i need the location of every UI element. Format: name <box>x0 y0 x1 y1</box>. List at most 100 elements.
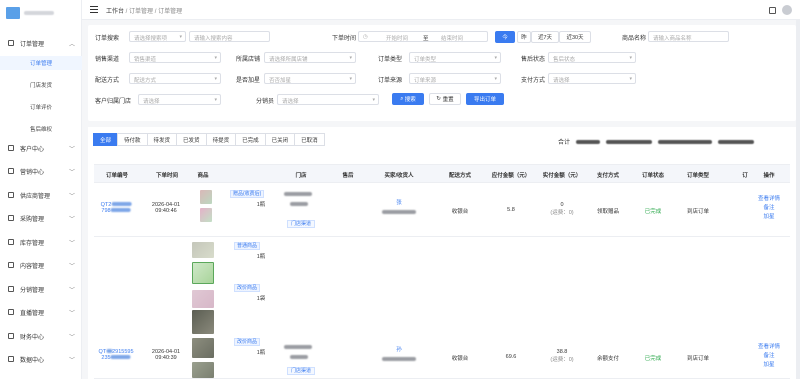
tab-closed[interactable]: 已关闭 <box>264 133 296 146</box>
submenu-order-manage[interactable]: 订单管理 <box>0 56 82 70</box>
product-image[interactable] <box>192 338 214 358</box>
after-sale-select[interactable]: 售后状态 ▾ <box>548 52 636 63</box>
product-name-input[interactable]: 请输入商品名称 <box>648 31 729 42</box>
product-qty: 1瓶 <box>256 350 266 356</box>
product-image[interactable] <box>192 310 214 334</box>
menu-item-data[interactable]: 数据中心 ﹀ <box>0 352 82 366</box>
reset-button[interactable]: ↻ 重置 <box>429 93 461 105</box>
purchase-icon <box>8 215 14 221</box>
product-tag: 赠品(收费后) <box>230 190 265 198</box>
quick-yesterday-button[interactable]: 昨 <box>517 31 531 43</box>
store-channel-tag: 门店渠道 <box>286 220 316 228</box>
buyer-name[interactable]: 孙 <box>396 345 402 353</box>
supplier-icon <box>8 192 14 198</box>
tab-to-pickup[interactable]: 待提货 <box>205 133 237 146</box>
sales-channel-select[interactable]: 销售渠道 ▾ <box>129 52 221 63</box>
tab-cancelled[interactable]: 已取消 <box>294 133 325 146</box>
quick-30days-button[interactable]: 近30天 <box>559 31 591 43</box>
product-image[interactable] <box>200 208 212 222</box>
distribution-select[interactable]: 请选择 ▾ <box>277 94 379 105</box>
order-search-label: 订单搜索 <box>95 36 120 42</box>
menu-item-live[interactable]: 直播管理 ﹀ <box>0 305 82 319</box>
distribution-label: 分销员 <box>256 99 275 105</box>
remark-link[interactable]: 备注 <box>763 205 774 211</box>
quick-today-button[interactable]: 今 <box>495 31 515 43</box>
topbar: 工作台 / 订单管理 / 订单管理 <box>82 0 800 20</box>
tab-completed[interactable]: 已完成 <box>235 133 266 146</box>
order-type-select[interactable]: 订单类型 ▾ <box>409 52 501 63</box>
product-qty: 1瓶 <box>256 254 266 260</box>
menu-item-purchase[interactable]: 采购管理 ﹀ <box>0 211 82 225</box>
finance-icon <box>8 333 14 339</box>
quick-7days-button[interactable]: 近7天 <box>531 31 559 43</box>
chevron-down-icon: ▾ <box>494 55 497 61</box>
product-qty: 1瓶 <box>256 202 266 208</box>
menu-item-content[interactable]: 内容管理 ﹀ <box>0 258 82 272</box>
after-sale-label: 售后状态 <box>521 57 546 63</box>
delivery-select[interactable]: 配送方式 ▾ <box>129 73 221 84</box>
tab-to-ship[interactable]: 待发货 <box>146 133 178 146</box>
order-no[interactable]: QT2 798 <box>101 202 132 214</box>
product-image[interactable] <box>192 242 214 258</box>
chevron-down-icon: ▾ <box>349 55 352 61</box>
submenu-after-sale[interactable]: 售后维权 <box>0 122 82 136</box>
breadcrumb-item[interactable]: 工作台 <box>106 9 124 15</box>
order-status: 已完成 <box>644 356 662 362</box>
chevron-down-icon: ﹀ <box>68 263 75 270</box>
order-time-range[interactable]: ◷ 开始时间 至 结束时间 <box>358 31 488 42</box>
store-channel-tag: 门店渠道 <box>286 367 316 375</box>
customer-icon <box>8 145 14 151</box>
store-select[interactable]: 请选择所属店铺 ▾ <box>264 52 356 63</box>
menu-item-distribution[interactable]: 分销管理 ﹀ <box>0 282 82 296</box>
submenu-order-review[interactable]: 订单评价 <box>0 100 82 114</box>
export-button[interactable]: 导出订单 <box>466 93 504 105</box>
order-type: 到店订单 <box>686 356 710 362</box>
page-scrollbar[interactable] <box>796 20 800 379</box>
order-search-select[interactable]: 请选择搜索项 ▾ <box>129 31 186 42</box>
menu-item-orders[interactable]: 订单管理 ︿ <box>0 36 82 50</box>
status-tabs: 全部 待付款 待发货 已发货 待提货 已完成 已关闭 已取消 <box>93 133 325 146</box>
chevron-down-icon: ﹀ <box>68 240 75 247</box>
star-link[interactable]: 加星 <box>763 362 774 368</box>
product-image[interactable] <box>192 362 214 378</box>
order-source-select[interactable]: 订单来源 ▾ <box>409 73 501 84</box>
is-star-select[interactable]: 否否加星 ▾ <box>264 73 356 84</box>
tab-unpaid[interactable]: 待付款 <box>117 133 148 146</box>
paid-amount: 38.8 (运费：0) <box>550 349 574 363</box>
sidebar: 订单管理 ︿ 订单管理 门店发货 订单评价 售后维权 客户中心 ﹀ 营销中心 ﹀ 供… <box>0 0 82 379</box>
view-detail-link[interactable]: 查看详情 <box>758 196 780 202</box>
tab-all[interactable]: 全部 <box>93 133 119 146</box>
menu-item-inventory[interactable]: 库存管理 ﹀ <box>0 235 82 249</box>
product-image[interactable] <box>192 262 214 284</box>
payable-amount: 5.8 <box>507 207 515 213</box>
product-image[interactable] <box>200 190 212 204</box>
menu-item-customer[interactable]: 客户中心 ﹀ <box>0 141 82 155</box>
content-icon <box>8 262 14 268</box>
product-image[interactable] <box>192 290 214 308</box>
customer-store-select[interactable]: 请选择 ▾ <box>138 94 221 105</box>
buyer-name[interactable]: 张 <box>396 198 402 206</box>
submenu-store-ship[interactable]: 门店发货 <box>0 78 82 92</box>
chevron-down-icon: ▾ <box>214 55 217 61</box>
pay-method-label: 支付方式 <box>521 78 546 84</box>
menu-item-marketing[interactable]: 营销中心 ﹀ <box>0 164 82 178</box>
remark-link[interactable]: 备注 <box>763 353 774 359</box>
star-link[interactable]: 加星 <box>763 214 774 220</box>
tab-shipped[interactable]: 已发货 <box>176 133 207 146</box>
menu-item-finance[interactable]: 财务中心 ﹀ <box>0 329 82 343</box>
live-icon <box>8 309 14 315</box>
breadcrumb-item[interactable]: 订单管理 <box>129 9 153 15</box>
order-search-input[interactable]: 请输入搜索内容 <box>189 31 270 42</box>
view-detail-link[interactable]: 查看详情 <box>758 344 780 350</box>
search-button[interactable]: ⌕ 搜索 <box>392 93 424 105</box>
message-icon[interactable] <box>769 6 776 14</box>
menu-toggle-icon[interactable] <box>90 6 98 13</box>
chevron-down-icon: ﹀ <box>68 193 75 200</box>
order-no[interactable]: QT 2915595 235 <box>98 349 134 361</box>
pay-method-select[interactable]: 请选择 ▾ <box>548 73 636 84</box>
payable-amount: 69.6 <box>505 354 517 360</box>
breadcrumb-item: 订单管理 <box>158 9 183 15</box>
chevron-down-icon: ▾ <box>214 76 217 82</box>
avatar[interactable] <box>782 5 792 15</box>
menu-item-supplier[interactable]: 供应商管理 ﹀ <box>0 188 82 202</box>
